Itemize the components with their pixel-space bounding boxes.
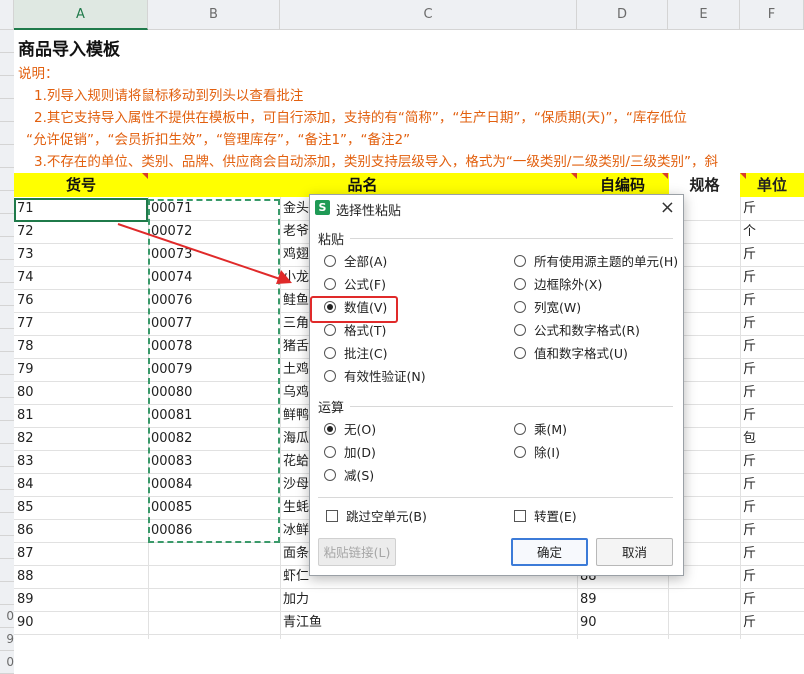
radio-icon <box>514 301 526 313</box>
radio-icon <box>514 255 526 267</box>
radio-icon <box>324 370 336 382</box>
section-divider <box>318 497 673 498</box>
checkbox-icon <box>514 510 526 522</box>
ok-button[interactable]: 确定 <box>511 538 588 566</box>
values-option-highlight <box>310 296 398 323</box>
radio-icon <box>514 423 526 435</box>
radio-icon <box>514 347 526 359</box>
wps-logo-icon: S <box>315 200 330 215</box>
close-icon[interactable]: × <box>660 197 675 218</box>
dialog-titlebar[interactable]: S 选择性粘贴 × <box>310 195 683 221</box>
paste-special-dialog[interactable]: S 选择性粘贴 × 粘贴 全部(A) 公式(F) 数值(V) 格式(T) 批注(… <box>309 194 684 576</box>
cancel-button[interactable]: 取消 <box>596 538 673 566</box>
dialog-title: 选择性粘贴 <box>336 204 402 219</box>
radio-icon <box>514 278 526 290</box>
paste-link-button[interactable]: 粘贴链接(L) <box>318 538 396 566</box>
operation-section-label: 运算 <box>318 401 345 416</box>
paste-section-label: 粘贴 <box>318 233 345 248</box>
radio-icon <box>324 324 336 336</box>
radio-icon <box>324 469 336 481</box>
radio-icon <box>324 446 336 458</box>
radio-icon <box>324 278 336 290</box>
section-divider <box>350 406 673 407</box>
radio-icon <box>324 347 336 359</box>
radio-selected-icon <box>324 423 336 435</box>
radio-icon <box>514 446 526 458</box>
checkbox-icon <box>326 510 338 522</box>
section-divider <box>350 238 673 239</box>
radio-icon <box>514 324 526 336</box>
row-number[interactable]: 0 <box>0 651 14 674</box>
radio-icon <box>324 255 336 267</box>
